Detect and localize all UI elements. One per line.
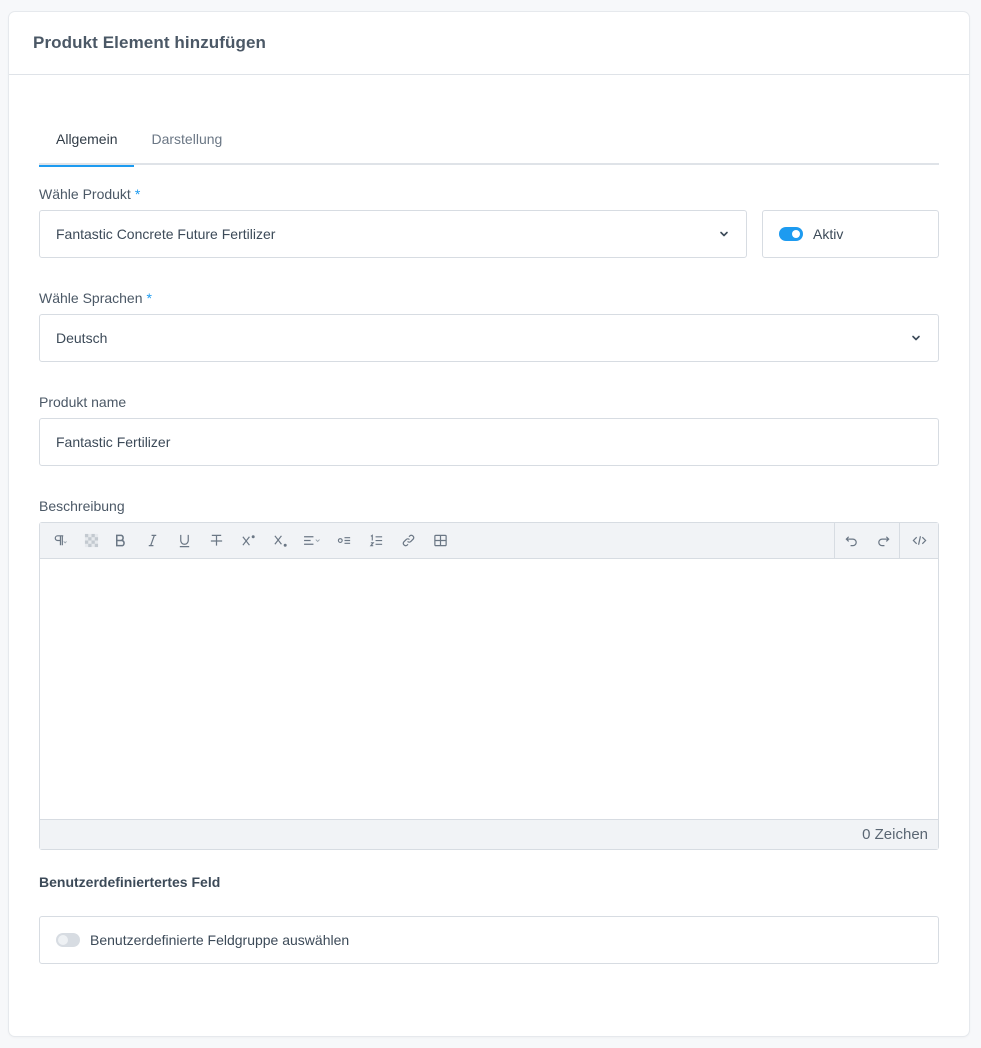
language-select[interactable]: Deutsch [39, 314, 939, 362]
language-select-label-text: Wähle Sprachen [39, 290, 143, 306]
add-product-element-card: Produkt Element hinzufügen Allgemein Dar… [9, 12, 969, 1036]
code-icon [912, 536, 926, 545]
chevron-down-icon [720, 231, 728, 237]
strikethrough-icon [210, 534, 222, 546]
char-count: 0 Zeichen [862, 826, 928, 843]
custom-field-group-toggle-label: Benutzerdefinierte Feldgruppe auswählen [90, 932, 350, 948]
editor-footer: 0 Zeichen [40, 819, 938, 849]
background-color-button[interactable] [78, 523, 104, 558]
custom-field-group-toggle-field[interactable]: Benutzerdefinierte Feldgruppe auswählen [39, 916, 939, 964]
language-select-label: Wähle Sprachen * [39, 290, 152, 306]
code-group [899, 523, 938, 558]
code-view-button[interactable] [900, 523, 938, 558]
description-label: Beschreibung [39, 498, 125, 514]
custom-field-title: Benutzerdefiniertertes Feld [39, 874, 221, 890]
product-name-input[interactable]: Fantastic Fertilizer [39, 418, 939, 466]
superscript-icon [241, 535, 255, 546]
bold-icon [115, 534, 125, 547]
tab-allgemein[interactable]: Allgemein [39, 113, 135, 167]
bullet-list-icon [337, 537, 350, 544]
chevron-down-icon [912, 335, 920, 341]
paragraph-icon [54, 535, 67, 546]
link-icon [402, 534, 414, 547]
numbered-list-icon [369, 534, 382, 547]
product-select-value: Fantastic Concrete Future Fertilizer [56, 226, 276, 242]
table-button[interactable] [424, 523, 456, 558]
numbered-list-button[interactable] [360, 523, 392, 558]
product-select-label-text: Wähle Produkt [39, 186, 131, 202]
redo-icon [877, 536, 890, 547]
tab-bar: Allgemein Darstellung [39, 113, 939, 167]
subscript-icon [273, 535, 287, 547]
subscript-button[interactable] [264, 523, 296, 558]
undo-button[interactable] [835, 523, 867, 558]
description-editor: 0 Zeichen [39, 522, 939, 850]
product-name-label: Produkt name [39, 394, 127, 410]
link-button[interactable] [392, 523, 424, 558]
product-name-value: Fantastic Fertilizer [56, 434, 171, 450]
custom-field-group-toggle[interactable] [56, 933, 80, 947]
language-select-value: Deutsch [56, 330, 108, 346]
page-title: Produkt Element hinzufügen [33, 33, 267, 52]
editor-content-area[interactable] [40, 559, 938, 819]
italic-button[interactable] [136, 523, 168, 558]
active-toggle-label: Aktiv [813, 226, 844, 242]
underline-button[interactable] [168, 523, 200, 558]
align-button[interactable] [296, 523, 328, 558]
italic-icon [148, 534, 156, 547]
history-group [834, 523, 899, 558]
product-select[interactable]: Fantastic Concrete Future Fertilizer [39, 210, 747, 258]
align-left-icon [303, 536, 320, 545]
tab-darstellung[interactable]: Darstellung [134, 113, 239, 165]
required-mark: * [146, 290, 152, 306]
toolbar-right [834, 523, 938, 558]
product-select-label: Wähle Produkt * [39, 186, 140, 202]
card-header: Produkt Element hinzufügen [9, 12, 969, 75]
underline-icon [179, 534, 189, 548]
table-icon [433, 534, 447, 547]
bullet-list-button[interactable] [328, 523, 360, 558]
checkerboard-icon [84, 533, 98, 548]
redo-button[interactable] [867, 523, 899, 558]
undo-icon [844, 536, 857, 547]
active-toggle-field[interactable]: Aktiv [762, 210, 939, 258]
superscript-button[interactable] [232, 523, 264, 558]
paragraph-format-button[interactable] [40, 523, 78, 558]
editor-toolbar [40, 523, 938, 559]
active-toggle-switch[interactable] [779, 227, 803, 241]
required-mark: * [134, 186, 141, 202]
bold-button[interactable] [104, 523, 136, 558]
strikethrough-button[interactable] [200, 523, 232, 558]
